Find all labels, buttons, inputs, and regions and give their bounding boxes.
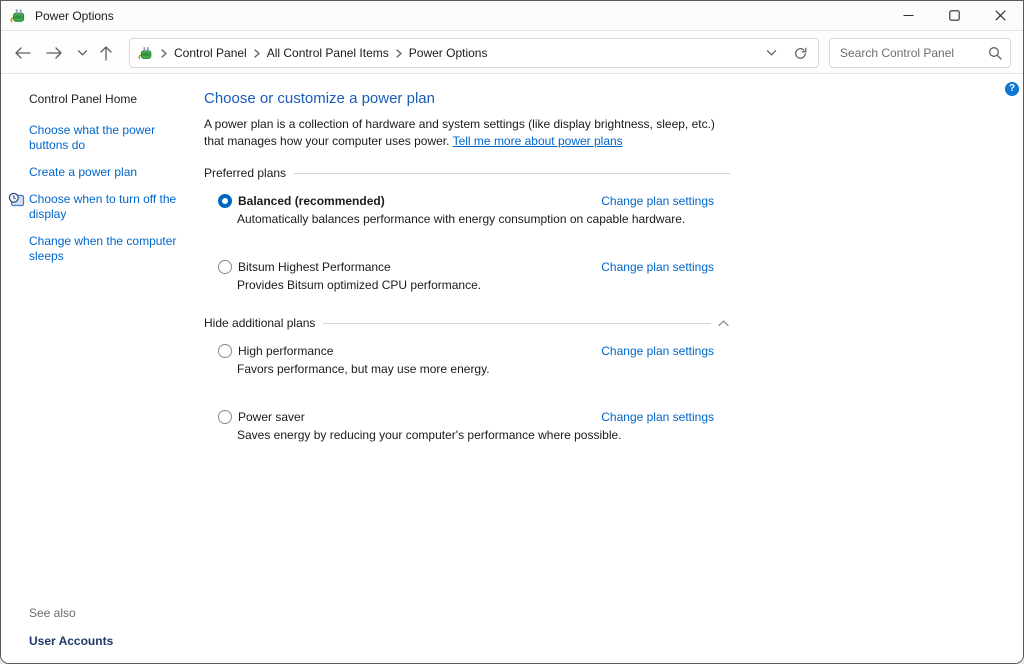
main-pane: Choose or customize a power plan A power… <box>204 75 730 454</box>
recent-locations-chevron-icon[interactable] <box>69 40 95 66</box>
search-box <box>829 38 1011 68</box>
section-label: Hide additional plans <box>204 316 315 330</box>
title-bar: Power Options <box>1 1 1023 31</box>
see-also-heading: See also <box>29 606 113 620</box>
plan-row-high-performance: High performance Change plan settings <box>218 344 730 358</box>
sidebar-item-create-power-plan[interactable]: Create a power plan <box>29 165 177 180</box>
section-rule <box>294 173 730 174</box>
radio-balanced[interactable] <box>218 194 232 208</box>
minimize-button[interactable] <box>885 1 931 30</box>
sidebar-link-label: Choose when to turn off the display <box>29 192 176 221</box>
power-options-window: Power Options <box>0 0 1024 664</box>
refresh-icon[interactable] <box>793 46 808 61</box>
sidebar-item-choose-power-buttons[interactable]: Choose what the power buttons do <box>29 123 177 153</box>
sleep-icon <box>8 234 25 251</box>
window-controls <box>885 1 1023 30</box>
change-plan-settings-balanced[interactable]: Change plan settings <box>601 194 714 208</box>
plan-name[interactable]: Bitsum Highest Performance <box>238 260 391 274</box>
hide-additional-plans-header[interactable]: Hide additional plans <box>204 316 730 330</box>
radio-power-saver[interactable] <box>218 410 232 424</box>
plan-description: Saves energy by reducing your computer's… <box>237 428 730 442</box>
breadcrumb[interactable]: Control Panel All Control Panel Items Po… <box>129 38 819 68</box>
sidebar-link-label: Choose what the power buttons do <box>29 123 155 152</box>
content-area: ? Control Panel Home Choose what the pow… <box>1 75 1023 664</box>
search-icon[interactable] <box>988 46 1002 60</box>
radio-high-performance[interactable] <box>218 344 232 358</box>
plan-name[interactable]: High performance <box>238 344 333 358</box>
sidebar: Control Panel Home Choose what the power… <box>1 75 196 664</box>
sidebar-item-control-panel-home[interactable]: Control Panel Home <box>29 92 137 106</box>
close-button[interactable] <box>977 1 1023 30</box>
sidebar-link-label: Change when the computer sleeps <box>29 234 176 263</box>
sidebar-link-label: Create a power plan <box>29 165 137 179</box>
power-plug-icon <box>138 45 154 61</box>
change-plan-settings-bitsum[interactable]: Change plan settings <box>601 260 714 274</box>
breadcrumb-control-panel[interactable]: Control Panel <box>174 46 247 60</box>
power-plug-icon <box>10 7 27 24</box>
change-plan-settings-power-saver[interactable]: Change plan settings <box>601 410 714 424</box>
forward-button[interactable] <box>41 40 67 66</box>
address-dropdown-chevron-icon[interactable] <box>766 49 777 57</box>
section-rule <box>323 323 711 324</box>
maximize-button[interactable] <box>931 1 977 30</box>
plan-row-bitsum-highest-performance: Bitsum Highest Performance Change plan s… <box>218 260 730 274</box>
plan-name[interactable]: Power saver <box>238 410 305 424</box>
address-bar: Control Panel All Control Panel Items Po… <box>1 32 1023 74</box>
help-icon[interactable]: ? <box>1005 82 1019 96</box>
chevron-right-icon <box>161 49 167 58</box>
sidebar-item-turn-off-display[interactable]: Choose when to turn off the display <box>29 192 177 222</box>
sidebar-item-user-accounts[interactable]: User Accounts <box>29 634 113 648</box>
plan-description: Favors performance, but may use more ene… <box>237 362 730 376</box>
up-button[interactable] <box>93 40 119 66</box>
search-input[interactable] <box>840 46 988 60</box>
plan-row-balanced: Balanced (recommended) Change plan setti… <box>218 194 730 208</box>
back-button[interactable] <box>9 40 35 66</box>
chevron-right-icon <box>396 49 402 58</box>
page-title: Choose or customize a power plan <box>204 90 730 107</box>
change-plan-settings-high-performance[interactable]: Change plan settings <box>601 344 714 358</box>
breadcrumb-all-control-panel-items[interactable]: All Control Panel Items <box>267 46 389 60</box>
breadcrumb-power-options[interactable]: Power Options <box>409 46 488 60</box>
preferred-plans-header: Preferred plans <box>204 166 730 180</box>
window-title: Power Options <box>35 9 114 23</box>
radio-bitsum-highest-performance[interactable] <box>218 260 232 274</box>
sidebar-item-change-when-sleeps[interactable]: Change when the computer sleeps <box>29 234 177 264</box>
section-label: Preferred plans <box>204 166 286 180</box>
chevron-right-icon <box>254 49 260 58</box>
see-also-section: See also User Accounts <box>29 606 113 648</box>
chevron-up-icon[interactable] <box>717 319 730 328</box>
plan-description: Automatically balances performance with … <box>237 212 730 226</box>
display-clock-icon <box>8 192 25 209</box>
plan-description: Provides Bitsum optimized CPU performanc… <box>237 278 730 292</box>
power-plans-help-link[interactable]: Tell me more about power plans <box>453 134 623 148</box>
plan-row-power-saver: Power saver Change plan settings <box>218 410 730 424</box>
plan-name[interactable]: Balanced (recommended) <box>238 194 385 208</box>
